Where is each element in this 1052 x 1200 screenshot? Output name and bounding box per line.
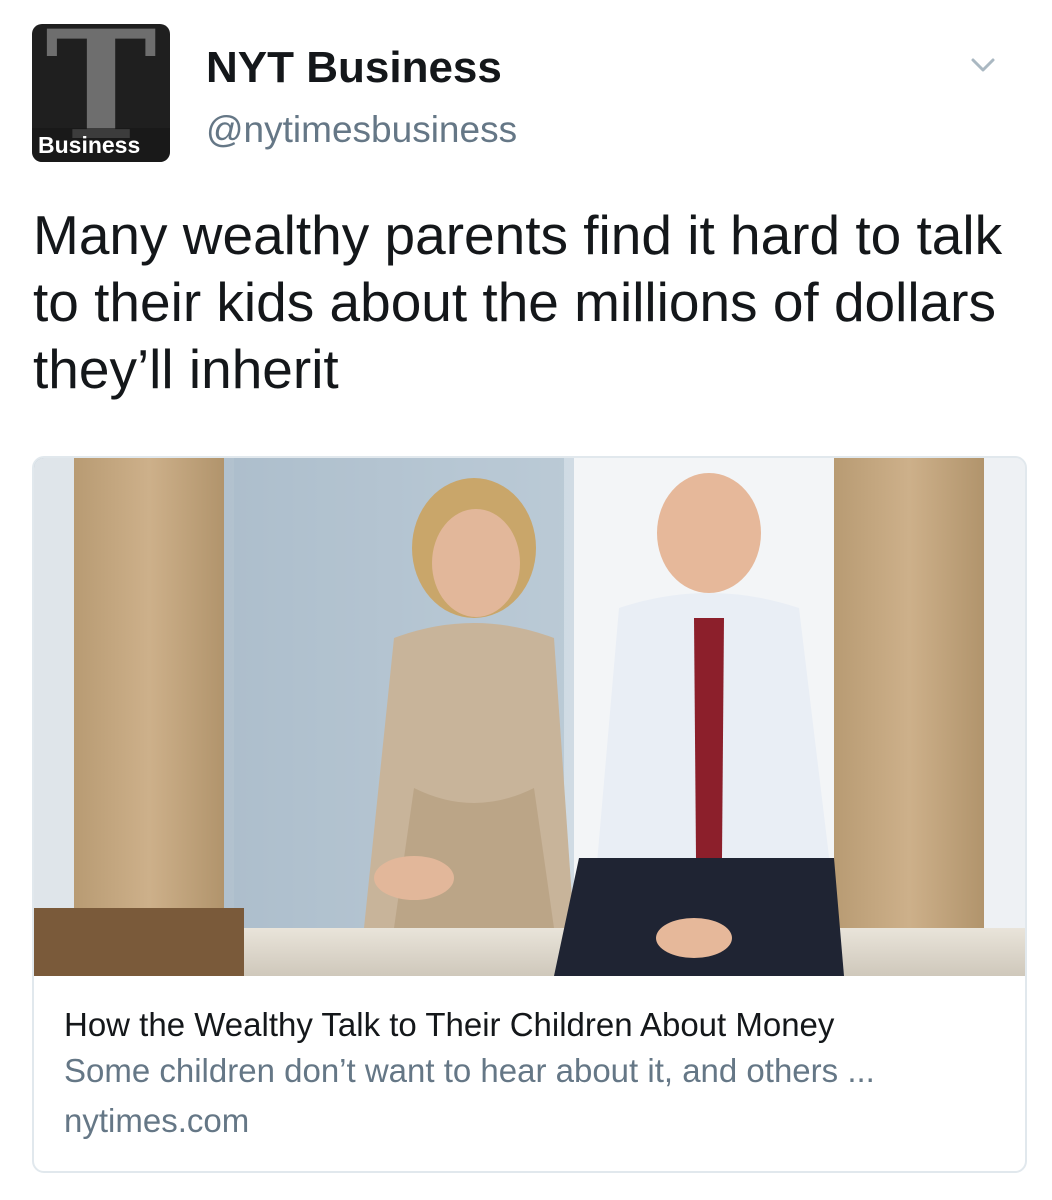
account-handle[interactable]: @nytimesbusiness — [206, 106, 517, 154]
tweet-text: Many wealthy parents find it hard to tal… — [33, 204, 1003, 400]
card-domain[interactable]: nytimes.com — [64, 1099, 1004, 1143]
display-name[interactable]: NYT Business — [206, 40, 502, 96]
card-text: How the Wealthy Talk to Their Children A… — [64, 1003, 1004, 1143]
card-image[interactable] — [34, 458, 1025, 976]
avatar-label: Business — [32, 128, 170, 162]
tweet[interactable]: T Business NYT Business @nytimesbusiness… — [0, 0, 1052, 1200]
card-description: Some children don’t want to hear about i… — [64, 1052, 875, 1089]
card-title[interactable]: How the Wealthy Talk to Their Children A… — [64, 1003, 1004, 1047]
link-card[interactable]: How the Wealthy Talk to Their Children A… — [32, 456, 1027, 1173]
photo-couple-seated-by-window-icon — [34, 458, 1025, 976]
chevron-down-icon[interactable] — [968, 50, 998, 80]
profile-avatar[interactable]: T Business — [32, 24, 170, 162]
